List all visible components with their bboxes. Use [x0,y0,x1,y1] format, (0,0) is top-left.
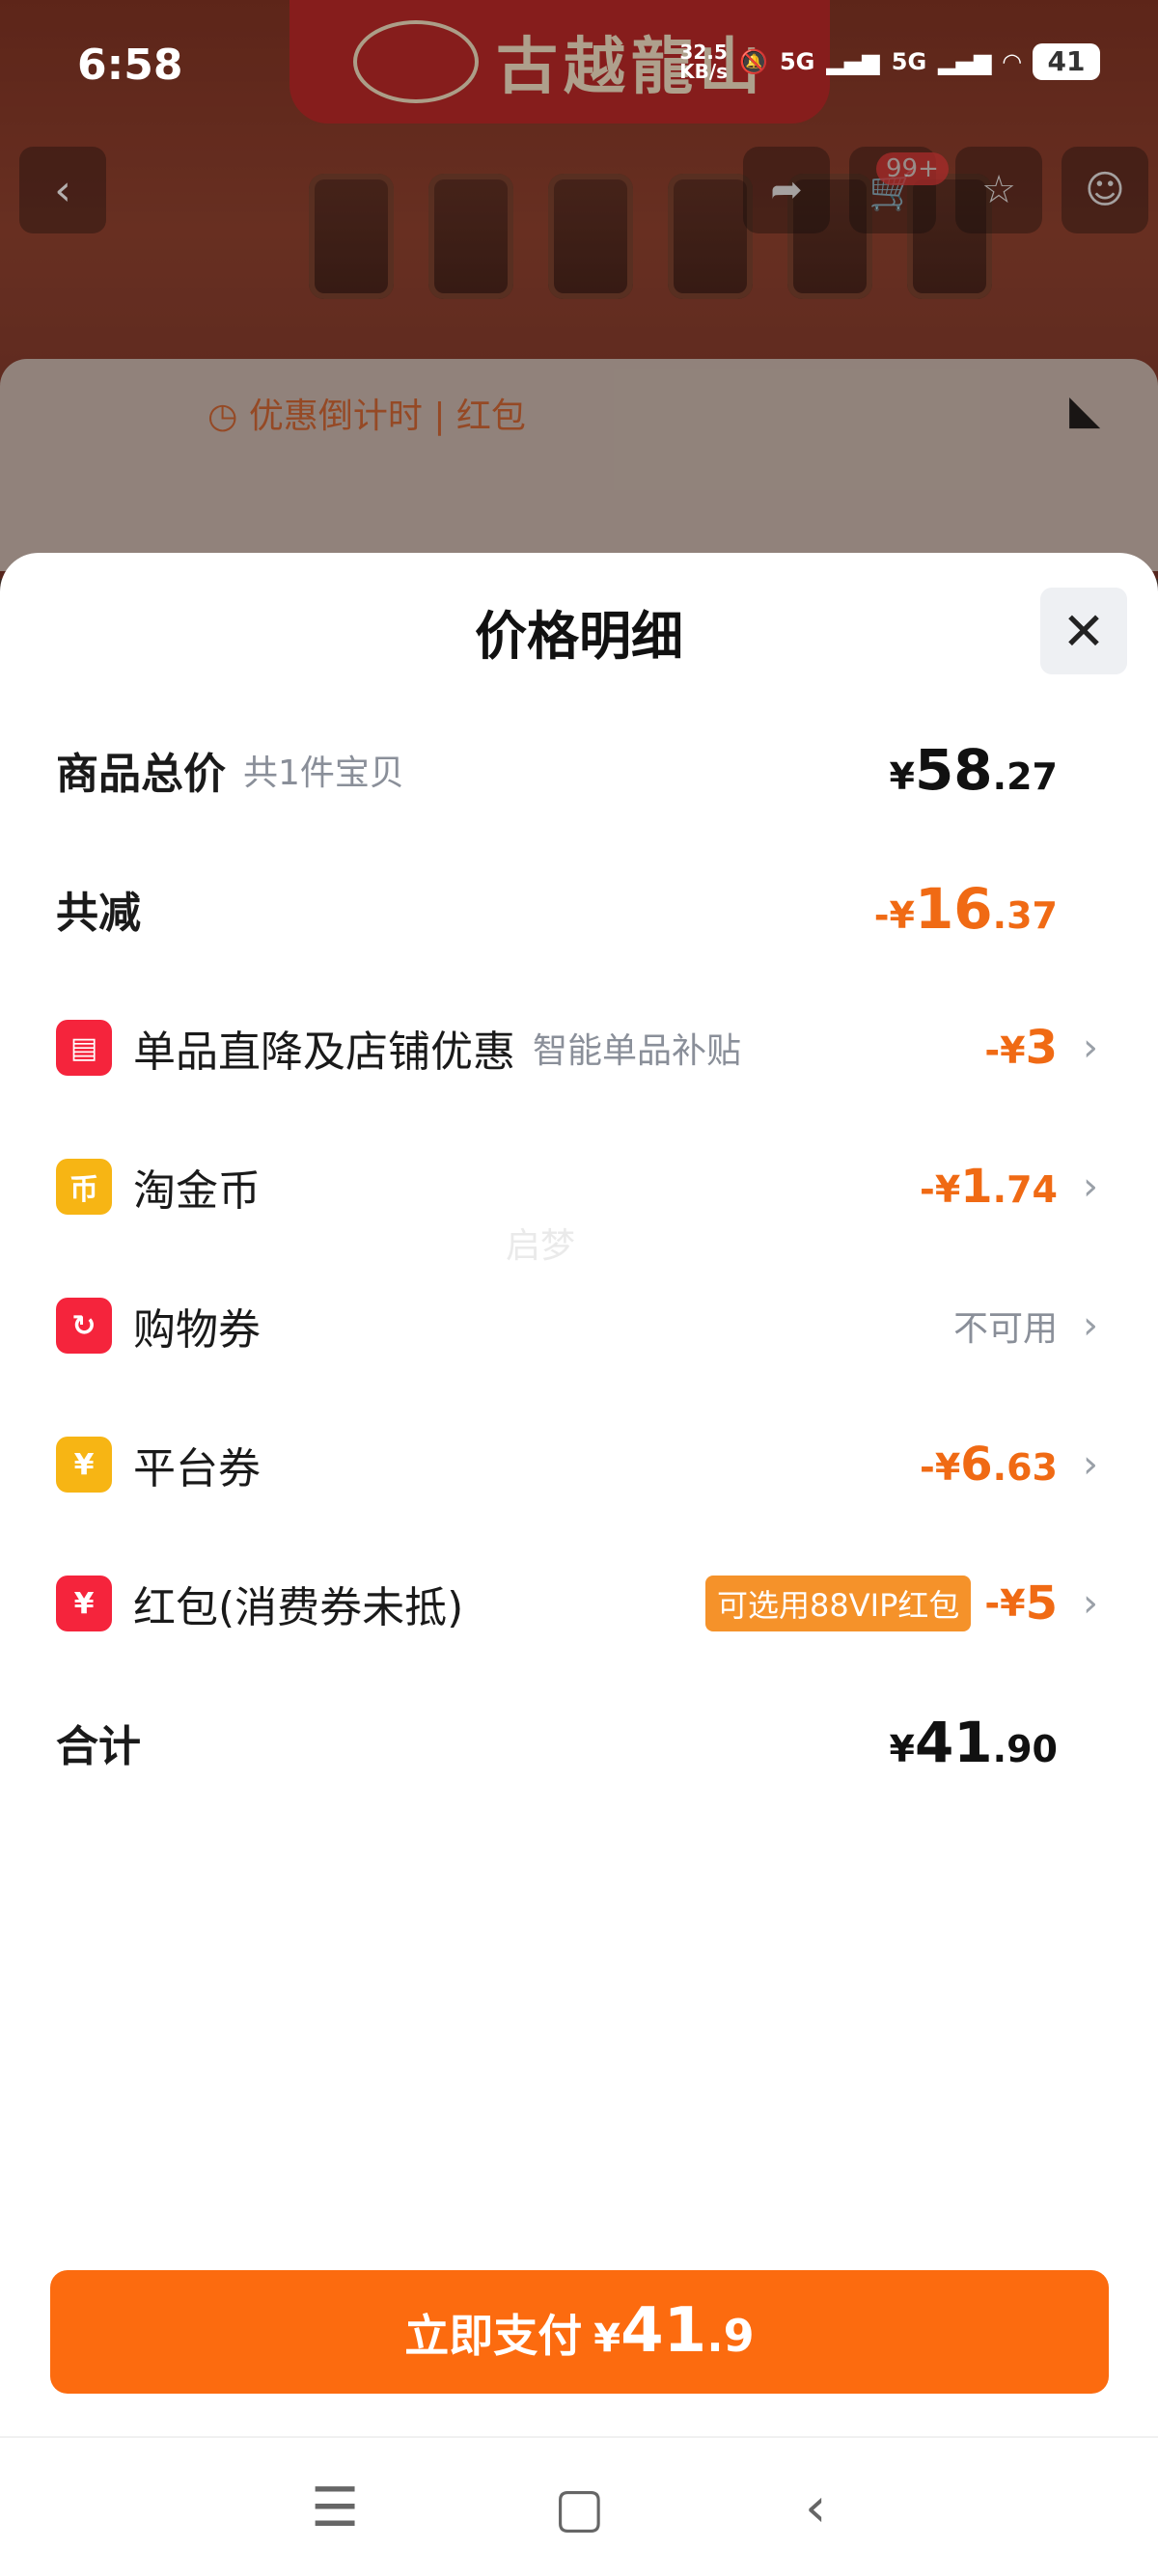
chevron-right-icon: › [1083,1026,1098,1070]
pay-button-label: 立即支付 [404,2310,583,2362]
currency-symbol: ¥ [593,2316,621,2361]
row-label: 共减 [56,878,141,940]
store-discount-sub: 智能单品补贴 [533,1031,742,1071]
amount-int: 5 [1025,1576,1058,1631]
amount-dec: .63 [992,1446,1058,1489]
signal-1-label: 5G [779,48,815,75]
amount-int: 6 [960,1438,993,1492]
goods-total-value: ¥ 58 .27 [890,737,1059,803]
amount-dec: .27 [992,755,1058,798]
amount-int: 1 [960,1160,993,1214]
tao-coin-value: -¥ 1 .74 [920,1160,1058,1214]
amount-int: 3 [1025,1021,1058,1075]
chevron-right-icon: › [1083,1581,1098,1626]
row-goods-total: 商品总价 共1件宝贝 ¥ 58 .27 [0,717,1158,823]
row-label: ▤ 单品直降及店铺优惠 智能单品补贴 [56,1017,741,1079]
vip-red-packet-tag[interactable]: 可选用88VIP红包 [705,1576,972,1631]
store-icon: ▤ [56,1020,112,1076]
shopping-coupon-status: 不可用 [952,1309,1058,1349]
status-time: 6:58 [77,41,183,90]
status-bar: 6:58 32.5 KB/s 🔕 5G ▂▄▆ 5G ▂▄▆ ◠ 41 [0,0,1158,135]
home-icon[interactable]: ▢ [554,2477,605,2539]
wifi-icon: ◠ [1003,48,1021,75]
row-red-packet[interactable]: ¥ 红包(消费券未抵) 可选用88VIP红包 -¥ 5 › [0,1550,1158,1657]
currency-symbol: -¥ [984,1029,1026,1072]
row-grand-total: 合计 ¥ 41 .90 [0,1689,1158,1795]
net-speed-unit: KB/s [679,60,729,83]
red-packet-value: 可选用88VIP红包 -¥ 5 [705,1576,1058,1631]
coupon-icon: ↻ [56,1298,112,1354]
signal-icon: ▂▄▆ [938,48,992,75]
signal-2-label: 5G [891,48,927,75]
row-label: ¥ 红包(消费券未抵) [56,1573,463,1634]
total-reduction-value: -¥ 16 .37 [874,876,1058,942]
amount-int: 16 [914,876,993,942]
amount-dec: .90 [992,1728,1058,1770]
currency-symbol: ¥ [889,1728,915,1770]
coin-icon: 币 [56,1159,112,1215]
red-packet-label: 红包(消费券未抵) [133,1583,464,1632]
amount-dec: .74 [992,1168,1058,1211]
status-icons: 32.5 KB/s 🔕 5G ▂▄▆ 5G ▂▄▆ ◠ 41 [679,42,1100,81]
row-tao-coin[interactable]: 币 淘金币 -¥ 1 .74 › [0,1134,1158,1240]
ticket-icon: ¥ [56,1437,112,1493]
row-label: 合计 [56,1712,141,1773]
close-icon: ✕ [1062,600,1106,662]
system-nav-bar: ☰ ▢ ‹ [0,2436,1158,2576]
red-packet-icon: ¥ [56,1576,112,1631]
shopping-coupon-value: 不可用 [953,1301,1058,1351]
back-icon[interactable]: ‹ [805,2477,826,2539]
row-total-reduction: 共减 -¥ 16 .37 [0,856,1158,962]
goods-total-label: 商品总价 [56,750,226,799]
currency-symbol: -¥ [873,894,915,937]
item-count: 共1件宝贝 [243,754,404,793]
price-detail-sheet: 价格明细 ✕ 商品总价 共1件宝贝 ¥ 58 .27 共减 -¥ 16 .37 … [0,553,1158,2436]
row-platform-coupon[interactable]: ¥ 平台券 -¥ 6 .63 › [0,1411,1158,1518]
row-label: 商品总价 共1件宝贝 [56,739,404,801]
grand-total-label: 合计 [56,1722,141,1771]
net-speed: 32.5 KB/s [679,42,728,81]
sheet-title: 价格明细 [475,606,683,667]
currency-symbol: ¥ [889,755,915,798]
signal-icon: ▂▄▆ [826,48,880,75]
amount-dec: .37 [992,894,1058,937]
store-discount-value: -¥ 3 [984,1021,1058,1075]
watermark: 启梦 [506,1226,576,1266]
tao-coin-label: 淘金币 [133,1166,261,1216]
platform-coupon-value: -¥ 6 .63 [920,1438,1058,1492]
grand-total-value: ¥ 41 .90 [890,1710,1059,1775]
pay-amount-dec: .9 [706,2310,755,2362]
currency-symbol: -¥ [920,1446,961,1489]
chevron-right-icon: › [1083,1165,1098,1209]
battery-icon: 41 [1033,43,1100,80]
close-button[interactable]: ✕ [1040,588,1127,674]
pay-amount-int: 41 [620,2295,707,2367]
shopping-coupon-label: 购物券 [133,1305,261,1355]
row-shopping-coupon[interactable]: ↻ 购物券 不可用 › [0,1273,1158,1379]
platform-coupon-label: 平台券 [133,1444,261,1494]
chevron-right-icon: › [1083,1442,1098,1487]
row-label: 币 淘金币 [56,1156,261,1218]
menu-icon[interactable]: ☰ [311,2477,359,2539]
amount-int: 58 [914,737,993,803]
mute-icon: 🔕 [739,48,768,75]
row-label: ¥ 平台券 [56,1434,261,1495]
store-discount-label: 单品直降及店铺优惠 [133,1028,515,1077]
currency-symbol: -¥ [984,1582,1026,1625]
pay-now-button[interactable]: 立即支付 ¥ 41 .9 [50,2270,1109,2394]
total-reduction-label: 共减 [56,889,141,938]
chevron-right-icon: › [1083,1303,1098,1348]
row-store-discount[interactable]: ▤ 单品直降及店铺优惠 智能单品补贴 -¥ 3 › [0,995,1158,1101]
row-label: ↻ 购物券 [56,1295,261,1357]
amount-int: 41 [914,1710,993,1775]
currency-symbol: -¥ [920,1168,961,1211]
